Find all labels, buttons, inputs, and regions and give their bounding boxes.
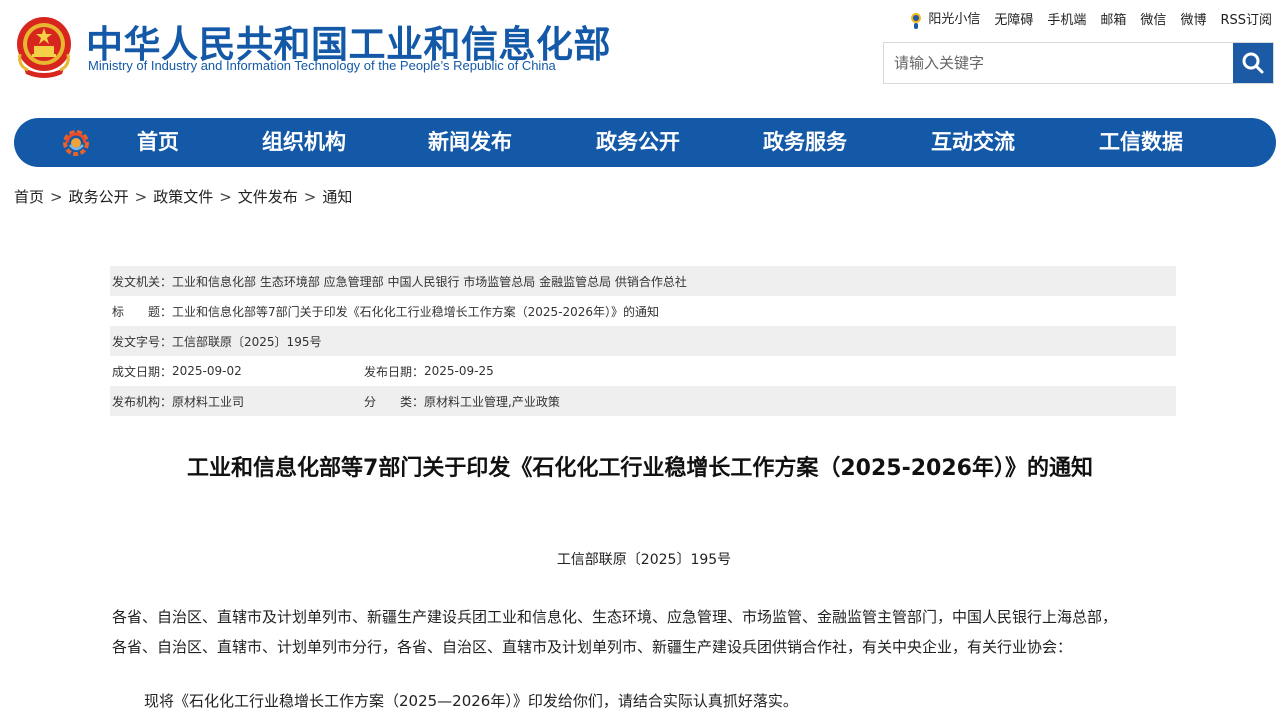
miit-logo-icon[interactable]: [61, 128, 91, 158]
paragraph-line: 各省、自治区、直辖市及计划单列市、新疆生产建设兵团工业和信息化、生态环境、应急管…: [112, 608, 1118, 626]
article-body-paragraph: 现将《石化化工行业稳增长工作方案（2025—2026年）》印发给你们，请结合实际…: [144, 686, 1214, 716]
breadcrumb-separator: >: [303, 188, 317, 206]
info-doc-number: 工信部联原〔2025〕195号: [172, 334, 322, 349]
breadcrumb-separator: >: [50, 188, 63, 206]
article-doc-number: 工信部联原〔2025〕195号: [556, 552, 732, 568]
nav-item-data[interactable]: 工信数据: [1099, 118, 1183, 167]
info-label: 分 类：: [364, 394, 425, 409]
info-row-doc-number: 发文字号： 工信部联原〔2025〕195号: [110, 326, 1176, 356]
mascot-icon: [911, 12, 922, 29]
info-row-dates: 成文日期： 2025-09-02 发布日期： 2025-09-25: [110, 356, 1176, 386]
breadcrumb-separator: >: [219, 188, 232, 206]
breadcrumb-home[interactable]: 首页: [14, 188, 44, 206]
info-created-date: 2025-09-02: [172, 364, 242, 378]
info-label: 发布机构：: [112, 394, 173, 409]
breadcrumb: 首页 > 政务公开 > 政策文件 > 文件发布 > 通知: [14, 186, 352, 207]
breadcrumb-notice[interactable]: 通知: [322, 188, 352, 206]
info-issuer: 工业和信息化部 生态环境部 应急管理部 中国人民银行 市场监管总局 金融监管总局…: [172, 274, 687, 289]
toplink-wechat[interactable]: 微信: [1140, 9, 1166, 28]
info-label: 标 题：: [112, 304, 173, 319]
document-info-table: 发文机关： 工业和信息化部 生态环境部 应急管理部 中国人民银行 市场监管总局 …: [110, 266, 1176, 416]
info-cell-published: 发布日期： 2025-09-25: [362, 363, 494, 380]
toplink-sunshine[interactable]: 阳光小信: [908, 8, 980, 30]
paragraph-line: 现将《石化化工行业稳增长工作方案（2025—2026年）》印发给你们，请结合实际…: [144, 692, 798, 710]
site-header: 中华人民共和国工业和信息化部 Ministry of Industry and …: [0, 0, 1280, 110]
toplink-mail[interactable]: 邮箱: [1100, 9, 1126, 28]
info-row-title: 标 题： 工业和信息化部等7部门关于印发《石化化工行业稳增长工作方案（2025-…: [110, 296, 1176, 326]
paragraph-line: 各省、自治区、直辖市、计划单列市分行，各省、自治区、直辖市及计划单列市、新疆生产…: [112, 638, 1073, 656]
national-emblem-icon[interactable]: [14, 14, 74, 78]
info-cell-category: 分 类： 原材料工业管理,产业政策: [362, 393, 560, 410]
search-input[interactable]: [884, 43, 1234, 83]
search-box: [883, 42, 1274, 84]
info-label: 成文日期：: [112, 364, 173, 379]
nav-item-services[interactable]: 政务服务: [763, 118, 847, 167]
nav-item-home[interactable]: 首页: [137, 118, 179, 167]
info-title: 工业和信息化部等7部门关于印发《石化化工行业稳增长工作方案（2025-2026年…: [172, 304, 660, 319]
main-nav: 首页 组织机构 新闻发布 政务公开 政务服务 互动交流 工信数据: [14, 118, 1276, 167]
search-button[interactable]: [1233, 43, 1273, 83]
info-row-issuer: 发文机关： 工业和信息化部 生态环境部 应急管理部 中国人民银行 市场监管总局 …: [110, 266, 1176, 296]
article-title: 工业和信息化部等7部门关于印发《石化化工行业稳增长工作方案（2025-2026年…: [187, 456, 1093, 481]
nav-item-organization[interactable]: 组织机构: [262, 118, 346, 167]
info-label: 发文字号：: [112, 334, 173, 349]
info-published-date: 2025-09-25: [424, 364, 494, 378]
info-category: 原材料工业管理,产业政策: [424, 394, 560, 409]
site-subtitle: Ministry of Industry and Information Tec…: [88, 58, 556, 73]
breadcrumb-government-affairs[interactable]: 政务公开: [69, 188, 129, 206]
breadcrumb-separator: >: [134, 188, 148, 206]
breadcrumb-policy-documents[interactable]: 政策文件: [153, 188, 213, 206]
info-label: 发布日期：: [364, 364, 425, 379]
toplink-label: 阳光小信: [928, 12, 981, 27]
info-org: 原材料工业司: [172, 394, 245, 409]
info-row-org: 发布机构： 原材料工业司 分 类： 原材料工业管理,产业政策: [110, 386, 1176, 416]
top-links: 阳光小信 无障碍 手机端 邮箱 微信 微博 RSS订阅: [908, 8, 1272, 30]
breadcrumb-document-release[interactable]: 文件发布: [238, 188, 298, 206]
nav-item-government-affairs[interactable]: 政务公开: [596, 118, 680, 167]
nav-item-news[interactable]: 新闻发布: [428, 118, 512, 167]
info-label: 发文机关：: [112, 274, 173, 289]
toplink-mobile[interactable]: 手机端: [1047, 9, 1086, 28]
nav-item-interaction[interactable]: 互动交流: [931, 118, 1015, 167]
toplink-weibo[interactable]: 微博: [1180, 9, 1206, 28]
search-icon: [1242, 52, 1264, 74]
toplink-rss[interactable]: RSS订阅: [1220, 9, 1272, 28]
toplink-accessibility[interactable]: 无障碍: [994, 9, 1033, 28]
info-cell-created: 成文日期： 2025-09-02: [110, 363, 362, 380]
article-addressees: 各省、自治区、直辖市及计划单列市、新疆生产建设兵团工业和信息化、生态环境、应急管…: [112, 602, 1182, 662]
info-cell-org: 发布机构： 原材料工业司: [110, 393, 362, 410]
